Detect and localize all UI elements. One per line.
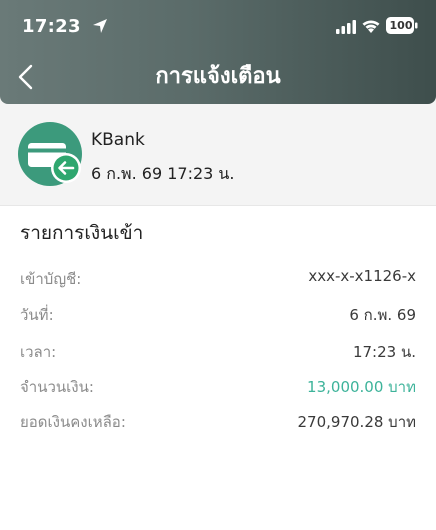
detail-row-time: เวลา: 17:23 น.: [20, 340, 416, 364]
transaction-details-card: รายการเงินเข้า เข้าบัญชี: xxx-x-x1126-x …: [0, 205, 436, 530]
notification-sender: KBank 6 ก.พ. 69 17:23 น.: [0, 104, 436, 200]
amount-value: 13,000.00 บาท: [307, 378, 416, 396]
detail-label: เข้าบัญชี:: [20, 270, 82, 288]
detail-label: จำนวนเงิน:: [20, 378, 94, 396]
location-arrow-icon: [93, 19, 107, 33]
sender-name: KBank: [91, 130, 145, 150]
page-title: การแจ้งเตือน: [155, 64, 281, 89]
cellular-signal-icon: [336, 20, 356, 34]
detail-row-amount: จำนวนเงิน: 13,000.00 บาท: [20, 375, 416, 399]
battery-level: 100: [389, 19, 413, 32]
detail-row-date: วันที่: 6 ก.พ. 69: [20, 303, 416, 327]
detail-row-account: เข้าบัญชี: xxx-x-x1126-x: [20, 267, 416, 291]
detail-value: xxx-x-x1126-x: [308, 267, 416, 285]
detail-value: 6 ก.พ. 69: [349, 306, 416, 324]
detail-label: เวลา:: [20, 343, 57, 361]
incoming-money-icon: [18, 122, 82, 186]
status-time: 17:23: [22, 16, 81, 37]
detail-value: 17:23 น.: [352, 343, 416, 361]
transaction-type-title: รายการเงินเข้า: [20, 222, 144, 244]
wifi-icon: [362, 20, 380, 33]
app-header: 17:23 100 การแจ้งเตือน: [0, 0, 436, 104]
notification-datetime: 6 ก.พ. 69 17:23 น.: [91, 164, 235, 183]
detail-label: ยอดเงินคงเหลือ:: [20, 413, 126, 431]
balance-value: 270,970.28 บาท: [297, 413, 416, 431]
detail-label: วันที่:: [20, 306, 54, 324]
detail-row-balance: ยอดเงินคงเหลือ: 270,970.28 บาท: [20, 410, 416, 434]
